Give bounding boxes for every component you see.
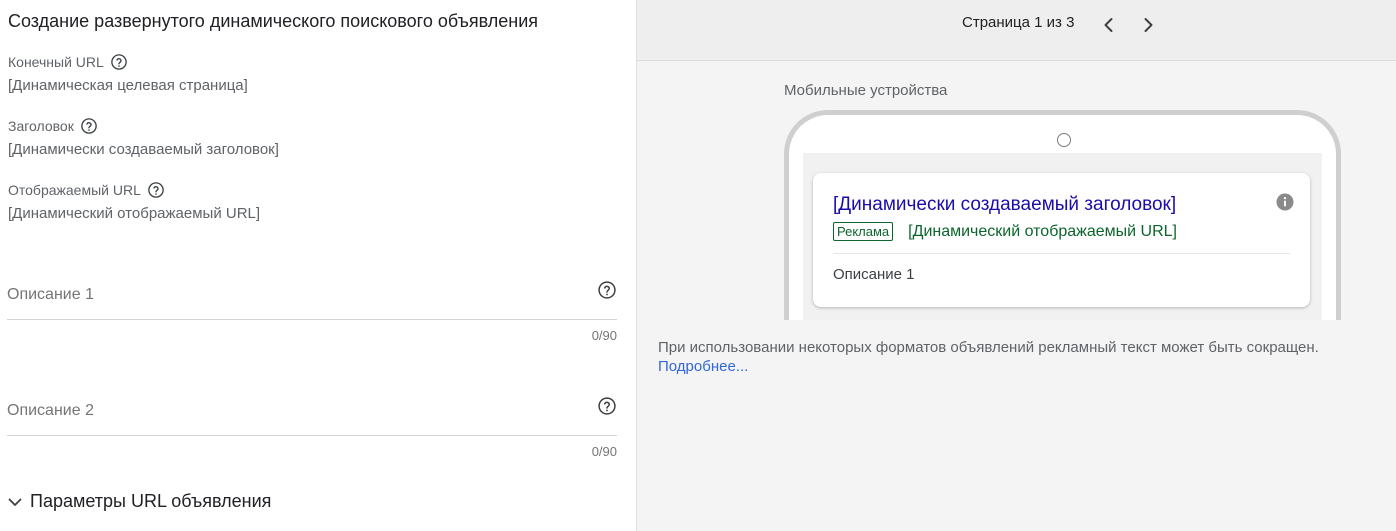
phone-frame: [Динамически создаваемый заголовок] Рекл…: [784, 110, 1341, 320]
headline-value: [Динамически создаваемый заголовок]: [8, 141, 279, 158]
ad-headline: [Динамически создаваемый заголовок]: [833, 194, 1177, 215]
phone-screen: [Динамически создаваемый заголовок] Рекл…: [803, 153, 1322, 320]
device-label: Мобильные устройства: [784, 82, 948, 99]
headline-label-text: Заголовок: [8, 118, 74, 134]
help-circle-icon[interactable]: [597, 396, 617, 416]
description-2-placeholder: Описание 2: [7, 402, 94, 419]
display-url-label-text: Отображаемый URL: [8, 182, 141, 198]
description-1-counter: 0/90: [591, 328, 617, 343]
info-icon[interactable]: [1276, 193, 1294, 211]
truncation-note: При использовании некоторых форматов объ…: [658, 339, 1319, 356]
ad-editor: Создание развернутого динамического поис…: [0, 0, 1396, 531]
form-title: Создание развернутого динамического поис…: [8, 11, 538, 31]
ad-url-line: Реклама [Динамический отображаемый URL]: [833, 222, 1177, 241]
ad-divider: [833, 253, 1290, 254]
url-params-label: Параметры URL объявления: [30, 491, 272, 511]
final-url-label: Конечный URL: [8, 53, 128, 71]
learn-more-link[interactable]: Подробнее...: [658, 358, 748, 375]
pager-text: Страница 1 из 3: [962, 14, 1075, 31]
display-url-label: Отображаемый URL: [8, 181, 165, 199]
help-circle-icon[interactable]: [147, 181, 165, 199]
ad-badge: Реклама: [833, 222, 894, 241]
chevron-down-icon: [7, 494, 23, 510]
final-url-label-text: Конечный URL: [8, 54, 104, 70]
description-1-field: Описание 1 0/90: [7, 270, 617, 343]
final-url-value: [Динамическая целевая страница]: [8, 77, 248, 94]
description-2-counter: 0/90: [591, 444, 617, 459]
description-1-placeholder: Описание 1: [7, 286, 94, 303]
chevron-right-icon[interactable]: [1137, 14, 1159, 36]
ad-display-url: [Динамический отображаемый URL]: [908, 222, 1177, 240]
display-url-value: [Динамический отображаемый URL]: [8, 205, 261, 222]
url-params-toggle[interactable]: Параметры URL объявления: [7, 491, 271, 512]
description-2-input[interactable]: Описание 2: [7, 386, 617, 436]
ad-preview-card: [Динамически создаваемый заголовок] Рекл…: [813, 173, 1310, 307]
help-circle-icon[interactable]: [597, 280, 617, 300]
ad-form-panel: Создание развернутого динамического поис…: [0, 0, 637, 531]
ad-description: Описание 1: [833, 266, 915, 283]
description-1-input[interactable]: Описание 1: [7, 270, 617, 320]
preview-pager: Страница 1 из 3: [637, 0, 1396, 61]
chevron-left-icon[interactable]: [1098, 14, 1120, 36]
phone-camera: [1057, 133, 1071, 147]
ad-preview-panel: Страница 1 из 3 Мобильные устройства [Ди…: [637, 0, 1396, 531]
help-circle-icon[interactable]: [80, 117, 98, 135]
description-2-field: Описание 2 0/90: [7, 386, 617, 459]
headline-label: Заголовок: [8, 117, 98, 135]
help-circle-icon[interactable]: [110, 53, 128, 71]
